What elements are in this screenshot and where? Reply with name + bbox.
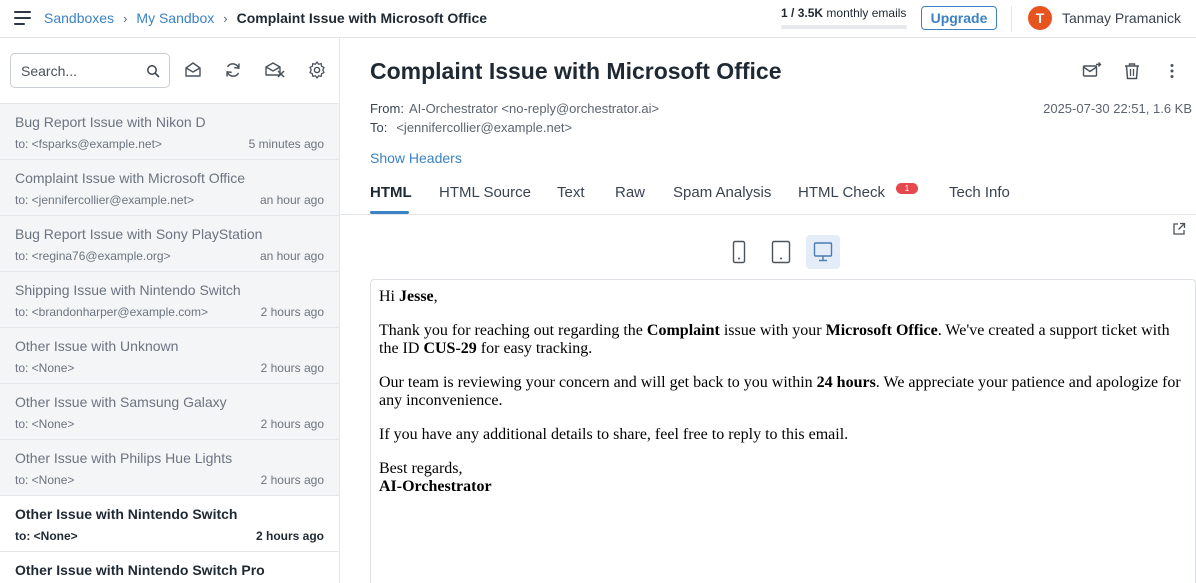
quota-text: 1 / 3.5K monthly emails: [781, 6, 907, 20]
user-name[interactable]: Tanmay Pramanick: [1062, 10, 1181, 26]
list-item[interactable]: Other Issue with Philips Hue Lights to: <…: [0, 440, 339, 496]
email-closing: Best regards, AI-Orchestrator: [379, 460, 492, 495]
mobile-view-icon: [732, 240, 746, 264]
message-time: 2 hours ago: [255, 529, 324, 543]
message-list: Bug Report Issue with Nikon D to: <fspark…: [0, 104, 339, 583]
settings-icon[interactable]: [307, 60, 327, 80]
sidebar: Bug Report Issue with Nikon D to: <fspark…: [0, 38, 340, 583]
email-quota: 1 / 3.5K monthly emails: [781, 6, 907, 29]
active-tab-indicator: [370, 211, 409, 214]
message-subject: Other Issue with Unknown: [15, 338, 179, 354]
quota-label: monthly emails: [826, 6, 907, 20]
refresh-icon[interactable]: [223, 60, 243, 80]
from-row: From: AI-Orchestrator <no-reply@orchestra…: [370, 101, 659, 116]
message-time: an hour ago: [259, 193, 324, 207]
quota-total: 3.5K: [797, 6, 824, 20]
tab-text[interactable]: Text: [557, 184, 585, 201]
quota-used: 1: [781, 6, 788, 20]
tab-spam-analysis[interactable]: Spam Analysis: [673, 184, 771, 201]
breadcrumb: Sandboxes › My Sandbox › Complaint Issue…: [44, 10, 487, 26]
tab-html[interactable]: HTML: [370, 184, 412, 201]
search-input[interactable]: [21, 62, 141, 80]
from-label: From:: [370, 101, 404, 116]
breadcrumb-separator: ›: [223, 10, 228, 26]
search-icon[interactable]: [146, 64, 160, 78]
message-time: 2 hours ago: [260, 361, 324, 375]
desktop-view-icon: [813, 242, 833, 262]
message-recipient: to: <None>: [15, 417, 75, 431]
mobile-view-button[interactable]: [722, 235, 756, 269]
to-row: To: <jennifercollier@example.net>: [370, 120, 572, 135]
message-recipient: to: <None>: [15, 529, 78, 543]
email-preview: Hi Jesse, Thank you for reaching out reg…: [370, 279, 1196, 583]
list-item[interactable]: Other Issue with Unknown to: <None> 2 hour…: [0, 328, 339, 384]
email-date-size: 2025-07-30 22:51, 1.6 KB: [1043, 101, 1192, 116]
message-recipient: to: <None>: [15, 361, 75, 375]
list-item[interactable]: Other Issue with Nintendo Switch to: <Non…: [0, 496, 339, 552]
html-check-badge: 1: [896, 183, 918, 194]
show-headers-link[interactable]: Show Headers: [370, 150, 462, 166]
breadcrumb-current: Complaint Issue with Microsoft Office: [236, 10, 488, 26]
message-subject: Other Issue with Samsung Galaxy: [15, 394, 227, 410]
message-time: an hour ago: [259, 249, 324, 263]
tab-tech-info[interactable]: Tech Info: [949, 184, 1010, 201]
message-subject: Shipping Issue with Nintendo Switch: [15, 282, 241, 298]
breadcrumb-sandboxes[interactable]: Sandboxes: [44, 10, 114, 26]
message-subject: Other Issue with Nintendo Switch: [15, 506, 238, 522]
breadcrumb-my-sandbox[interactable]: My Sandbox: [136, 10, 214, 26]
delete-all-icon[interactable]: [264, 60, 286, 80]
message-time: 2 hours ago: [260, 417, 324, 431]
message-time: 2 hours ago: [260, 305, 324, 319]
list-item[interactable]: Shipping Issue with Nintendo Switch to: <…: [0, 272, 339, 328]
email-paragraph-2: Our team is reviewing your concern and w…: [379, 374, 1181, 409]
email-paragraph-3: If you have any additional details to sh…: [379, 426, 849, 443]
message-recipient: to: <jennifercollier@example.net>: [15, 193, 194, 207]
tab-raw[interactable]: Raw: [615, 184, 645, 201]
email-viewer: Complaint Issue with Microsoft Office Fr…: [340, 38, 1196, 583]
tablet-view-icon: [771, 240, 791, 264]
top-bar: Sandboxes › My Sandbox › Complaint Issue…: [0, 0, 1196, 38]
list-item[interactable]: Other Issue with Samsung Galaxy to: <None…: [0, 384, 339, 440]
message-time: 5 minutes ago: [248, 137, 324, 151]
hamburger-menu-icon[interactable]: [14, 11, 31, 25]
avatar[interactable]: T: [1028, 6, 1052, 30]
message-subject: Complaint Issue with Microsoft Office: [15, 170, 246, 186]
message-subject: Bug Report Issue with Sony PlayStation: [15, 226, 263, 242]
email-greeting: Hi Jesse,: [379, 288, 438, 305]
email-paragraph-1: Thank you for reaching out regarding the…: [379, 322, 1170, 357]
quota-progress-bar: [781, 25, 907, 29]
to-label: To:: [370, 120, 388, 135]
list-item[interactable]: Other Issue with Nintendo Switch Pro: [0, 552, 339, 583]
divider: [1011, 6, 1012, 32]
tab-html-check[interactable]: HTML Check: [798, 184, 885, 201]
trash-icon[interactable]: [1122, 61, 1142, 81]
message-time: 2 hours ago: [260, 473, 324, 487]
search-box[interactable]: [10, 53, 170, 88]
upgrade-button[interactable]: Upgrade: [921, 6, 997, 30]
mark-read-icon[interactable]: [183, 60, 203, 80]
email-tabs: HTML HTML Source Text Raw Spam Analysis …: [340, 174, 1196, 215]
list-item[interactable]: Bug Report Issue with Sony PlayStation to…: [0, 216, 339, 272]
desktop-view-button[interactable]: [806, 235, 840, 269]
breadcrumb-separator: ›: [123, 10, 128, 26]
message-subject: Other Issue with Philips Hue Lights: [15, 450, 233, 466]
sidebar-toolbar: [0, 38, 339, 104]
open-external-icon[interactable]: [1172, 222, 1186, 236]
list-item[interactable]: Complaint Issue with Microsoft Office to:…: [0, 160, 339, 216]
tab-html-source[interactable]: HTML Source: [439, 184, 531, 201]
email-title: Complaint Issue with Microsoft Office: [370, 58, 782, 84]
tablet-view-button[interactable]: [764, 235, 798, 269]
message-recipient: to: <None>: [15, 473, 75, 487]
message-subject: Bug Report Issue with Nikon D: [15, 114, 206, 130]
forward-email-icon[interactable]: [1082, 61, 1102, 81]
list-item[interactable]: Bug Report Issue with Nikon D to: <fspark…: [0, 104, 339, 160]
message-recipient: to: <regina76@example.org>: [15, 249, 171, 263]
message-recipient: to: <brandonharper@example.com>: [15, 305, 208, 319]
more-options-icon[interactable]: [1162, 61, 1182, 81]
message-recipient: to: <fsparks@example.net>: [15, 137, 162, 151]
from-value: AI-Orchestrator <no-reply@orchestrator.a…: [408, 101, 660, 116]
message-subject: Other Issue with Nintendo Switch Pro: [15, 562, 265, 578]
to-value: <jennifercollier@example.net>: [396, 120, 573, 135]
